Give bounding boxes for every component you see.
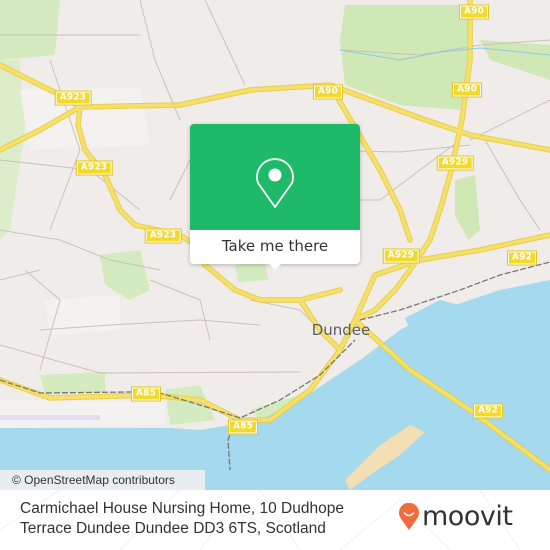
built-area — [0, 400, 165, 428]
take-me-there-popup[interactable]: Take me there — [190, 124, 360, 270]
road-label: A92 — [506, 250, 538, 266]
map[interactable]: Dundee A923 A923 A923 A90 A90 A90 A929 A… — [0, 0, 550, 490]
park-area — [480, 40, 550, 80]
park-area — [455, 175, 480, 240]
road-label: A92 — [472, 403, 504, 419]
park-area — [235, 262, 268, 282]
map-pin-icon — [256, 158, 294, 208]
road-label: A85 — [227, 419, 259, 435]
road-label: A923 — [54, 90, 92, 106]
road-label: A85 — [130, 386, 162, 402]
road-label: A923 — [75, 160, 113, 176]
airport-area — [0, 415, 100, 420]
park-area — [100, 250, 150, 300]
moovit-pin-icon — [399, 503, 419, 530]
road-label: A90 — [458, 4, 490, 20]
road-label: A929 — [382, 248, 420, 264]
popup-header — [190, 124, 360, 230]
address-text: Carmichael House Nursing Home, 10 Dudhop… — [20, 500, 344, 537]
road-label: A929 — [436, 155, 474, 171]
road-label: A923 — [144, 228, 182, 244]
take-me-there-button[interactable]: Take me there — [190, 230, 360, 264]
road-label: A90 — [312, 84, 344, 100]
park-area — [40, 372, 105, 395]
popup-pointer — [267, 262, 283, 270]
moovit-logo[interactable]: moovit — [398, 501, 513, 533]
road-label: A90 — [451, 82, 483, 98]
footer: Carmichael House Nursing Home, 10 Dudhop… — [0, 490, 550, 550]
moovit-wordmark: moovit — [422, 501, 513, 532]
place-label-dundee: Dundee — [311, 321, 371, 339]
park-area — [0, 0, 60, 60]
map-attribution[interactable]: © OpenStreetMap contributors — [0, 470, 205, 490]
